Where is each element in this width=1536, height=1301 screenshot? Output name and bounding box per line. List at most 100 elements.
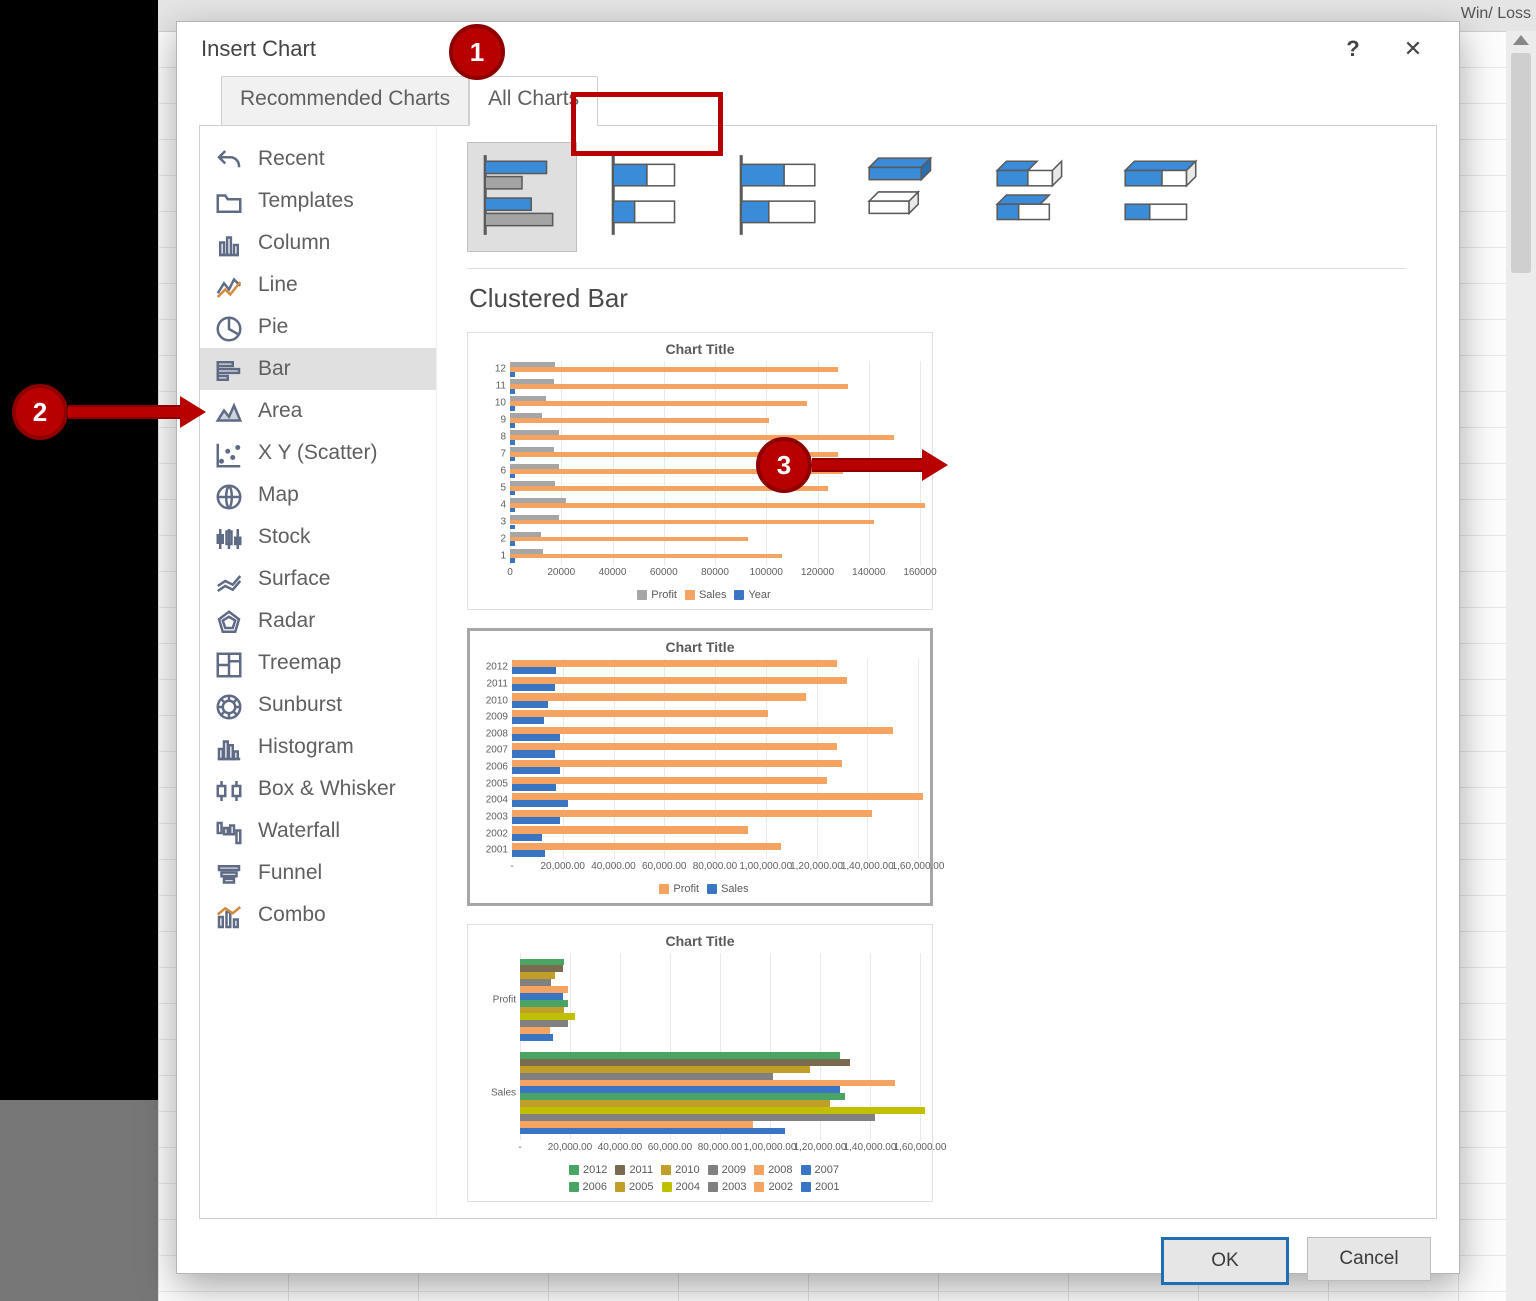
y-category-label: 2009 [486, 712, 512, 723]
chart-preview-3[interactable]: Chart Title -20,000.0040,000.0060,000.008… [467, 924, 933, 1202]
legend-label: Year [748, 589, 770, 601]
histogram-icon [214, 734, 244, 760]
chart-bar [520, 965, 563, 972]
chart-bar [510, 423, 515, 428]
y-category-label: 10 [495, 398, 510, 409]
sidebar-item-combo[interactable]: Combo [200, 894, 436, 936]
cancel-button[interactable]: Cancel [1307, 1237, 1431, 1281]
chart-subtype-3d-100-stacked-bar[interactable] [1107, 142, 1217, 252]
chart-bar [512, 750, 555, 757]
chart-bar [520, 1107, 925, 1114]
chart-bar [520, 993, 563, 1000]
sidebar-item-label: Bar [258, 357, 291, 381]
chart-preview-1[interactable]: Chart Title02000040000600008000010000012… [467, 332, 933, 610]
x-tick-label: 60,000.00 [642, 859, 687, 872]
sidebar-item-templates[interactable]: Templates [200, 180, 436, 222]
legend-swatch [637, 590, 647, 600]
y-category-label: 11 [496, 381, 510, 392]
sidebar-item-box-whisker[interactable]: Box & Whisker [200, 768, 436, 810]
scrollbar-thumb[interactable] [1511, 53, 1531, 273]
chart-preview-title: Chart Title [474, 341, 926, 357]
y-category-label: 4 [500, 500, 510, 511]
chart-preview-title: Chart Title [474, 933, 926, 949]
sidebar-item-funnel[interactable]: Funnel [200, 852, 436, 894]
sidebar-item-label: Surface [258, 567, 330, 591]
y-category-label: 2003 [486, 811, 512, 822]
legend-swatch [615, 1182, 625, 1192]
chart-bar [512, 667, 556, 674]
legend-swatch [708, 1165, 718, 1175]
sidebar-item-histogram[interactable]: Histogram [200, 726, 436, 768]
sidebar-item-line[interactable]: Line [200, 264, 436, 306]
chart-bar [512, 684, 555, 691]
sidebar-item-label: Radar [258, 609, 315, 633]
chart-preview-plot: -20,000.0040,000.0060,000.0080,000.001,0… [474, 953, 926, 1158]
chart-subtype-3d-stacked-bar[interactable] [979, 142, 1089, 252]
map-icon [214, 482, 244, 508]
close-button[interactable]: ✕ [1383, 22, 1443, 76]
chart-bar [512, 850, 545, 857]
sidebar-item-x-y-scatter-[interactable]: X Y (Scatter) [200, 432, 436, 474]
chart-subtype-clustered-bar[interactable] [467, 142, 577, 252]
x-tick-label: - [518, 1140, 521, 1153]
line-chart-icon [214, 272, 244, 298]
chart-bar [520, 1093, 845, 1100]
sidebar-item-label: Templates [258, 189, 354, 213]
chart-bar [512, 793, 923, 800]
scroll-up-icon[interactable] [1513, 35, 1529, 45]
sidebar-item-bar[interactable]: Bar [200, 348, 436, 390]
legend-label: 2003 [722, 1181, 746, 1193]
sidebar-item-column[interactable]: Column [200, 222, 436, 264]
sidebar-item-label: Histogram [258, 735, 354, 759]
legend-label: 2008 [768, 1164, 792, 1176]
chart-bar [512, 693, 806, 700]
chart-main-panel: Clustered Bar Chart Title020000400006000… [437, 126, 1436, 1218]
chart-bar [512, 727, 893, 734]
chart-subtype-100-stacked-bar[interactable] [723, 142, 833, 252]
sidebar-item-surface[interactable]: Surface [200, 558, 436, 600]
y-category-label: 8 [500, 432, 510, 443]
sidebar-item-treemap[interactable]: Treemap [200, 642, 436, 684]
chart-subtype-3d-clustered-bar[interactable] [851, 142, 961, 252]
sidebar-item-sunburst[interactable]: Sunburst [200, 684, 436, 726]
surface-chart-icon [214, 566, 244, 592]
chart-bar [510, 384, 848, 389]
ok-button[interactable]: OK [1161, 1237, 1289, 1285]
sidebar-item-label: Line [258, 273, 298, 297]
x-tick-label: 80,000.00 [693, 859, 738, 872]
chart-subtype-stacked-bar[interactable] [595, 142, 705, 252]
chart-bar [520, 986, 568, 993]
sidebar-item-area[interactable]: Area [200, 390, 436, 432]
chart-bar [520, 1100, 830, 1107]
chart-preview-2[interactable]: Chart Title-20,000.0040,000.0060,000.008… [467, 628, 933, 906]
y-category-label: 3 [500, 517, 510, 528]
sidebar-item-pie[interactable]: Pie [200, 306, 436, 348]
legend-label: Sales [721, 883, 749, 895]
tab-recommended[interactable]: Recommended Charts [221, 76, 469, 126]
x-tick-label: 1,40,000.00 [841, 859, 894, 872]
chart-bar [510, 372, 515, 377]
sidebar-item-recent[interactable]: Recent [200, 138, 436, 180]
sidebar-item-stock[interactable]: Stock [200, 516, 436, 558]
chart-bar [520, 1020, 568, 1027]
sidebar-item-radar[interactable]: Radar [200, 600, 436, 642]
chart-bar [510, 457, 515, 462]
y-category-label: 2002 [486, 828, 512, 839]
help-button[interactable]: ? [1323, 22, 1383, 76]
sidebar-item-map[interactable]: Map [200, 474, 436, 516]
chart-bar [520, 979, 551, 986]
legend-swatch [754, 1182, 764, 1192]
y-category-label: 2006 [486, 762, 512, 773]
tab-all-charts[interactable]: All Charts [469, 76, 598, 126]
vertical-scrollbar[interactable] [1506, 31, 1536, 1301]
sidebar-item-waterfall[interactable]: Waterfall [200, 810, 436, 852]
dialog-tabs: Recommended Charts All Charts [199, 76, 1437, 126]
chart-bar [520, 1059, 850, 1066]
legend-swatch [707, 884, 717, 894]
y-category-label: 2008 [486, 728, 512, 739]
chart-bar [512, 784, 556, 791]
undo-icon [214, 146, 244, 172]
sidebar-item-label: Box & Whisker [258, 777, 396, 801]
100-stacked-bar-icon [732, 149, 824, 246]
radar-chart-icon [214, 608, 244, 634]
